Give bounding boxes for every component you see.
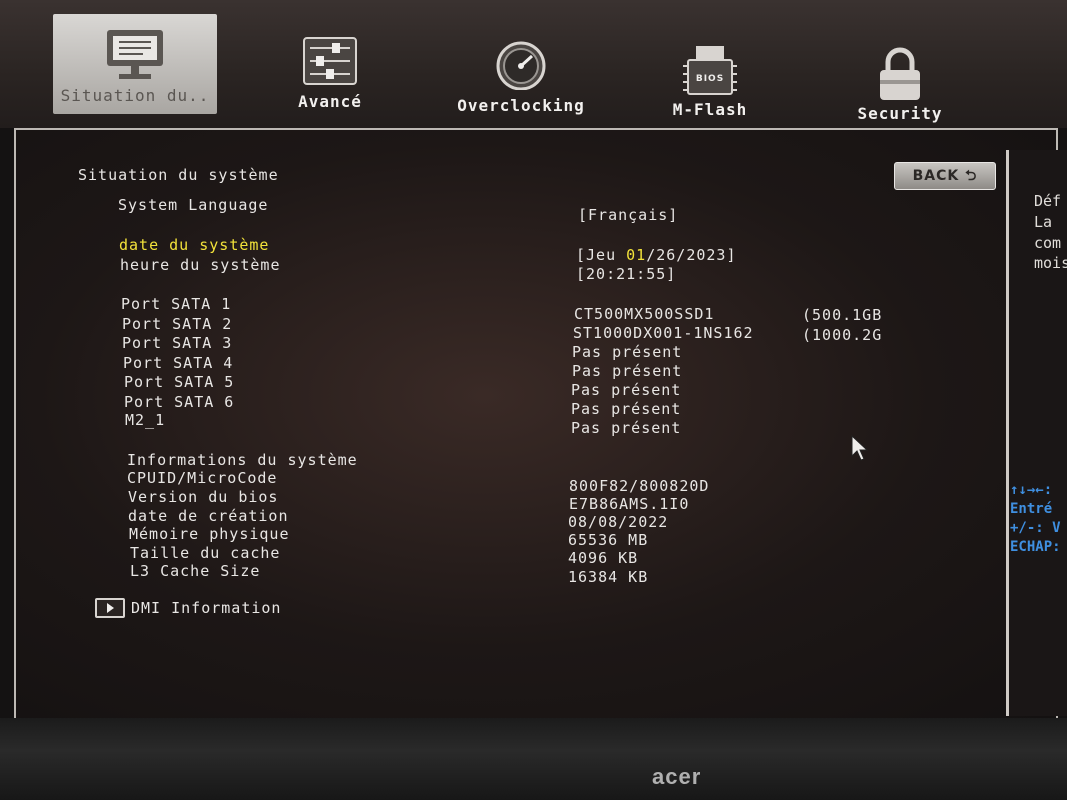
key-hint: +/-: V — [1010, 520, 1061, 536]
port-label: Port SATA 4 — [123, 354, 234, 372]
system-date-label[interactable]: date du système — [119, 236, 269, 254]
back-button[interactable]: BACK ⮌ — [894, 162, 996, 190]
date-prefix: [Jeu — [576, 246, 627, 264]
tab-label: M-Flash — [672, 100, 748, 119]
system-language-label[interactable]: System Language — [118, 196, 268, 214]
port-value: Pas présent — [571, 419, 682, 437]
port-value: ST1000DX001-1NS162 — [573, 324, 754, 342]
monitor-bezel — [0, 718, 1067, 800]
port-size: (500.1GB — [802, 306, 883, 324]
return-arrow-icon: ⮌ — [965, 168, 978, 184]
sysinfo-value: 4096 KB — [568, 549, 639, 567]
sysinfo-label: CPUID/MicroCode — [127, 469, 278, 487]
page-title: Situation du système — [78, 166, 279, 184]
tab-avance[interactable]: Avancé — [280, 14, 380, 114]
sysinfo-value: 65536 MB — [568, 531, 649, 549]
tab-situation[interactable]: Situation du.. — [53, 14, 217, 114]
main-panel — [14, 128, 1058, 722]
system-date-value[interactable]: [Jeu 01/26/2023] — [576, 246, 737, 264]
date-month-selected[interactable]: 01 — [626, 246, 646, 264]
monitor-icon — [107, 30, 163, 79]
port-label: Port SATA 1 — [121, 295, 232, 313]
key-hint: ↑↓→←: — [1010, 482, 1053, 498]
tab-label: Avancé — [298, 92, 362, 111]
port-label: Port SATA 3 — [122, 334, 233, 352]
sysinfo-value: 800F82/800820D — [569, 477, 710, 495]
sysinfo-heading: Informations du système — [127, 451, 358, 469]
top-tab-bar: Situation du.. Avancé Overclocking BIOS … — [0, 0, 1067, 128]
submenu-arrow-icon — [95, 598, 125, 618]
sysinfo-label: Taille du cache — [130, 544, 281, 562]
key-hint: Entré — [1010, 501, 1053, 517]
sysinfo-label: date de création — [128, 507, 289, 525]
padlock-icon — [880, 47, 920, 100]
bios-chip-icon: BIOS — [683, 46, 737, 95]
sysinfo-label: Mémoire physique — [129, 525, 290, 543]
dmi-information-link[interactable]: DMI Information — [131, 599, 281, 617]
help-text-line: com — [1034, 234, 1062, 252]
tab-label: Situation du.. — [60, 86, 210, 105]
tab-label: Overclocking — [457, 96, 585, 115]
port-value: CT500MX500SSD1 — [574, 305, 715, 323]
monitor-brand-logo: acer — [652, 764, 702, 789]
tab-m-flash[interactable]: BIOS M-Flash — [660, 14, 760, 119]
system-language-value[interactable]: [Français] — [578, 206, 678, 224]
sysinfo-label: Version du bios — [128, 488, 279, 506]
port-label: Port SATA 2 — [122, 315, 233, 333]
port-size: (1000.2G — [802, 326, 883, 344]
system-time-value[interactable]: [20:21:55] — [576, 265, 676, 283]
sysinfo-label: L3 Cache Size — [130, 562, 261, 580]
sysinfo-value: 16384 KB — [568, 568, 649, 586]
sysinfo-value: E7B86AMS.1I0 — [569, 495, 690, 513]
help-text-line: La — [1034, 213, 1053, 231]
help-text-line: Déf — [1034, 192, 1062, 210]
back-button-label: BACK — [912, 168, 960, 184]
bios-chip-text: BIOS — [696, 74, 724, 84]
sysinfo-value: 08/08/2022 — [568, 513, 669, 531]
port-value: Pas présent — [571, 400, 682, 418]
system-time-label[interactable]: heure du système — [120, 256, 281, 274]
port-value: Pas présent — [571, 381, 682, 399]
port-value: Pas présent — [572, 362, 683, 380]
port-label: M2_1 — [125, 411, 166, 429]
date-rest: /26/2023] — [646, 246, 737, 264]
key-hint: ECHAP: — [1010, 539, 1061, 555]
tab-label: Security — [857, 104, 943, 123]
port-label: Port SATA 5 — [124, 373, 235, 391]
sliders-icon — [303, 37, 357, 85]
tab-security[interactable]: Security — [848, 14, 952, 123]
speedometer-icon — [496, 41, 546, 90]
help-text-line: mois — [1034, 254, 1067, 272]
mouse-cursor-icon — [851, 434, 869, 461]
port-value: Pas présent — [572, 343, 683, 361]
tab-overclocking[interactable]: Overclocking — [450, 14, 592, 115]
port-label: Port SATA 6 — [124, 393, 235, 411]
